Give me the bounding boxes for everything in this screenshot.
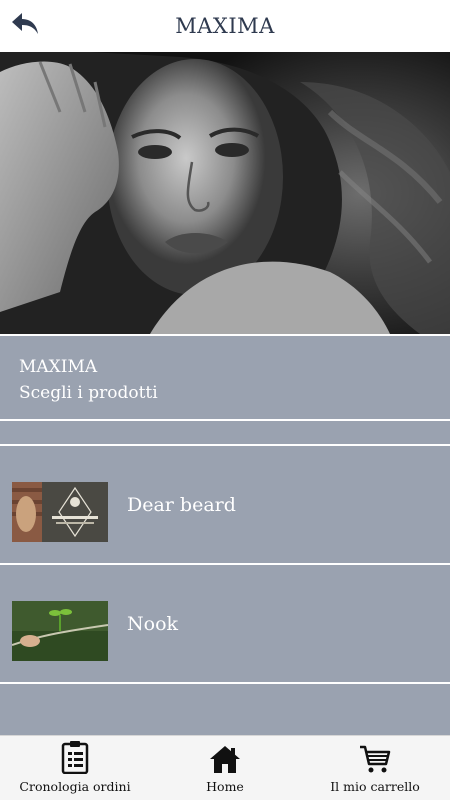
tab-label: Home — [206, 779, 244, 794]
home-icon — [209, 740, 241, 774]
back-arrow-icon — [10, 11, 40, 41]
product-name: Nook — [127, 612, 179, 635]
dear-beard-thumbnail — [12, 482, 108, 542]
product-name: Dear beard — [127, 493, 236, 516]
tab-label: Il mio carrello — [330, 779, 420, 794]
brand-name: MAXIMA — [19, 357, 98, 377]
top-bar: MAXIMA — [0, 0, 450, 52]
back-button[interactable] — [8, 10, 42, 42]
hero-image — [0, 52, 450, 334]
page-title: MAXIMA — [175, 14, 275, 38]
tab-label: Cronologia ordini — [19, 779, 131, 794]
product-row-nook[interactable]: Nook — [0, 565, 450, 684]
tab-home[interactable]: Home — [150, 736, 300, 800]
cart-icon — [359, 740, 391, 774]
divider-row — [0, 421, 450, 446]
section-header: MAXIMA Scegli i prodotti — [0, 334, 450, 421]
product-row-dear-beard[interactable]: Dear beard — [0, 446, 450, 565]
tab-cart[interactable]: Il mio carrello — [300, 736, 450, 800]
bottom-navigation: Cronologia ordini Home Il mio carrello — [0, 735, 450, 800]
order-history-icon — [61, 740, 89, 774]
tab-order-history[interactable]: Cronologia ordini — [0, 736, 150, 800]
nook-thumbnail — [12, 601, 108, 661]
section-subtitle: Scegli i prodotti — [19, 383, 158, 403]
